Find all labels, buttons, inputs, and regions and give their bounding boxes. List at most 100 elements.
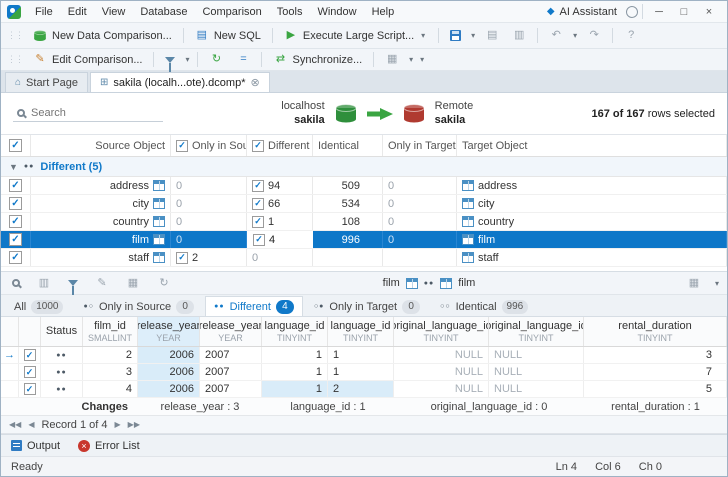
undo-button[interactable]: ↶: [544, 27, 568, 45]
sync-checkbox[interactable]: [253, 233, 265, 246]
maximize-button[interactable]: □: [672, 4, 696, 20]
column-target-object[interactable]: Target Object: [457, 135, 727, 156]
tab-different[interactable]: ●● Different 4: [205, 296, 303, 316]
save-dropdown-icon[interactable]: ▾: [469, 31, 477, 40]
table-row[interactable]: staff 2 0 staff: [1, 249, 727, 267]
tab-identical[interactable]: ○○ Identical 996: [431, 296, 537, 316]
row-select-header[interactable]: [19, 317, 41, 346]
print-button[interactable]: ▥: [507, 27, 531, 45]
table-row-selected[interactable]: film 0 4 996 0 film: [1, 231, 727, 249]
save-all-button[interactable]: ▤: [480, 27, 504, 45]
layout-dropdown-icon[interactable]: ▾: [407, 55, 415, 64]
edit-data-button[interactable]: ✎: [90, 274, 114, 292]
column-language-id-target[interactable]: language_id TINYINT: [328, 317, 394, 346]
select-all-checkbox[interactable]: [9, 139, 22, 152]
row-checkbox[interactable]: [23, 349, 36, 361]
output-panel-button[interactable]: Output: [11, 440, 60, 452]
close-button[interactable]: ×: [697, 4, 721, 20]
column-source-object[interactable]: Source Object: [31, 135, 171, 156]
column-original-language-id-target[interactable]: original_language_id TINYINT: [489, 317, 584, 346]
tab-only-in-source[interactable]: ●○ Only in Source 0: [74, 296, 203, 316]
column-original-language-id-source[interactable]: original_language_id TINYINT: [394, 317, 489, 346]
different-cell-editor[interactable]: 4: [247, 231, 313, 248]
find-button[interactable]: [7, 277, 25, 289]
row-checkbox[interactable]: [9, 251, 22, 264]
menu-file[interactable]: File: [28, 3, 60, 21]
refresh-button[interactable]: ↻: [204, 51, 228, 69]
first-record-button[interactable]: ◀◀: [9, 420, 21, 429]
column-only-in-source[interactable]: Only in Source: [171, 135, 247, 156]
column-identical[interactable]: Identical: [313, 135, 383, 156]
menu-edit[interactable]: Edit: [61, 3, 94, 21]
column-language-id-source[interactable]: language_id TINYINT: [262, 317, 328, 346]
save-button[interactable]: [445, 28, 466, 43]
previous-record-button[interactable]: ◀: [28, 420, 34, 429]
sync-checkbox[interactable]: [252, 215, 264, 228]
row-checkbox[interactable]: [23, 366, 36, 378]
column-picker-button[interactable]: ▥: [32, 274, 56, 292]
next-record-button[interactable]: ▶: [115, 420, 121, 429]
different-checkbox[interactable]: [252, 139, 264, 152]
menu-help[interactable]: Help: [365, 3, 402, 21]
tab-start-page[interactable]: ⌂ Start Page: [5, 72, 89, 92]
data-filter-button[interactable]: [63, 278, 83, 295]
new-data-comparison-button[interactable]: New Data Comparison...: [28, 28, 177, 44]
data-row[interactable]: → ●● 2 2006 2007 1 1 NULL NULL 3: [1, 347, 727, 364]
redo-button[interactable]: ↷: [582, 27, 606, 45]
column-only-in-target[interactable]: Only in Target: [383, 135, 457, 156]
row-checkbox[interactable]: [23, 383, 36, 395]
search-box[interactable]: [13, 105, 163, 122]
only-in-source-checkbox[interactable]: [176, 139, 188, 152]
view-mode-button[interactable]: ▦: [682, 274, 706, 292]
column-rental-duration[interactable]: rental_duration TINYINT: [584, 317, 727, 346]
help-button[interactable]: ?: [619, 27, 643, 45]
chevron-down-icon[interactable]: ▾: [419, 31, 427, 40]
menu-comparison[interactable]: Comparison: [195, 3, 268, 21]
select-all-cell[interactable]: [1, 135, 31, 156]
row-checkbox[interactable]: [9, 215, 22, 228]
toolbar-grip[interactable]: ⋮⋮: [7, 30, 24, 41]
execute-large-script-button[interactable]: ▶ Execute Large Script... ▾: [279, 27, 432, 45]
search-input[interactable]: [31, 107, 151, 119]
menu-tools[interactable]: Tools: [270, 3, 310, 21]
ai-assistant-button[interactable]: ◆ AI Assistant: [547, 6, 617, 18]
table-row[interactable]: country 0 1 108 0 country: [1, 213, 727, 231]
tab-only-in-target[interactable]: ○● Only in Target 0: [305, 296, 429, 316]
synchronize-button[interactable]: ⇄ Synchronize...: [268, 51, 367, 69]
menu-database[interactable]: Database: [133, 3, 194, 21]
account-icon[interactable]: [626, 5, 638, 18]
column-release-year-source[interactable]: release_year YEAR: [138, 317, 200, 346]
undo-dropdown-icon[interactable]: ▾: [571, 31, 579, 40]
filter-button[interactable]: [160, 55, 180, 72]
menu-view[interactable]: View: [95, 3, 133, 21]
minimize-button[interactable]: ─: [647, 4, 671, 20]
collapse-chevron-icon[interactable]: ▼: [9, 162, 18, 172]
error-list-panel-button[interactable]: Error List: [78, 439, 140, 452]
layout-button[interactable]: ▦: [380, 51, 404, 69]
toolbar-grip-2[interactable]: ⋮⋮: [7, 54, 24, 65]
data-row[interactable]: ●● 4 2006 2007 1 2 NULL NULL 5: [1, 381, 727, 398]
last-record-button[interactable]: ▶▶: [128, 420, 140, 429]
refresh-results-button[interactable]: ↻: [152, 274, 176, 292]
row-checkbox[interactable]: [9, 179, 22, 192]
row-checkbox[interactable]: [9, 233, 22, 246]
toolbar-overflow-icon[interactable]: ▾: [418, 55, 426, 64]
data-row[interactable]: ●● 3 2006 2007 1 1 NULL NULL 7: [1, 364, 727, 381]
tab-sakila-dcomp[interactable]: ⊞ sakila (localh...ote).dcomp* ⊗: [90, 72, 270, 92]
group-row-different[interactable]: ▼ ●● Different (5): [1, 157, 727, 177]
column-release-year-target[interactable]: release_year YEAR: [200, 317, 262, 346]
filter-dropdown-icon[interactable]: ▾: [183, 55, 191, 64]
row-checkbox[interactable]: [9, 197, 22, 210]
view-mode-dropdown-icon[interactable]: ▾: [713, 279, 721, 288]
tab-all[interactable]: All 1000: [5, 296, 72, 316]
table-row[interactable]: city 0 66 534 0 city: [1, 195, 727, 213]
edit-comparison-button[interactable]: ✎ Edit Comparison...: [28, 51, 147, 69]
menu-window[interactable]: Window: [310, 3, 363, 21]
column-different[interactable]: Different: [247, 135, 313, 156]
sync-checkbox[interactable]: [176, 251, 188, 264]
compare-again-button[interactable]: =: [231, 51, 255, 69]
sync-checkbox[interactable]: [252, 197, 264, 210]
sync-checkbox[interactable]: [252, 179, 264, 192]
column-status[interactable]: Status: [41, 317, 83, 346]
close-tab-icon[interactable]: ⊗: [250, 76, 259, 89]
